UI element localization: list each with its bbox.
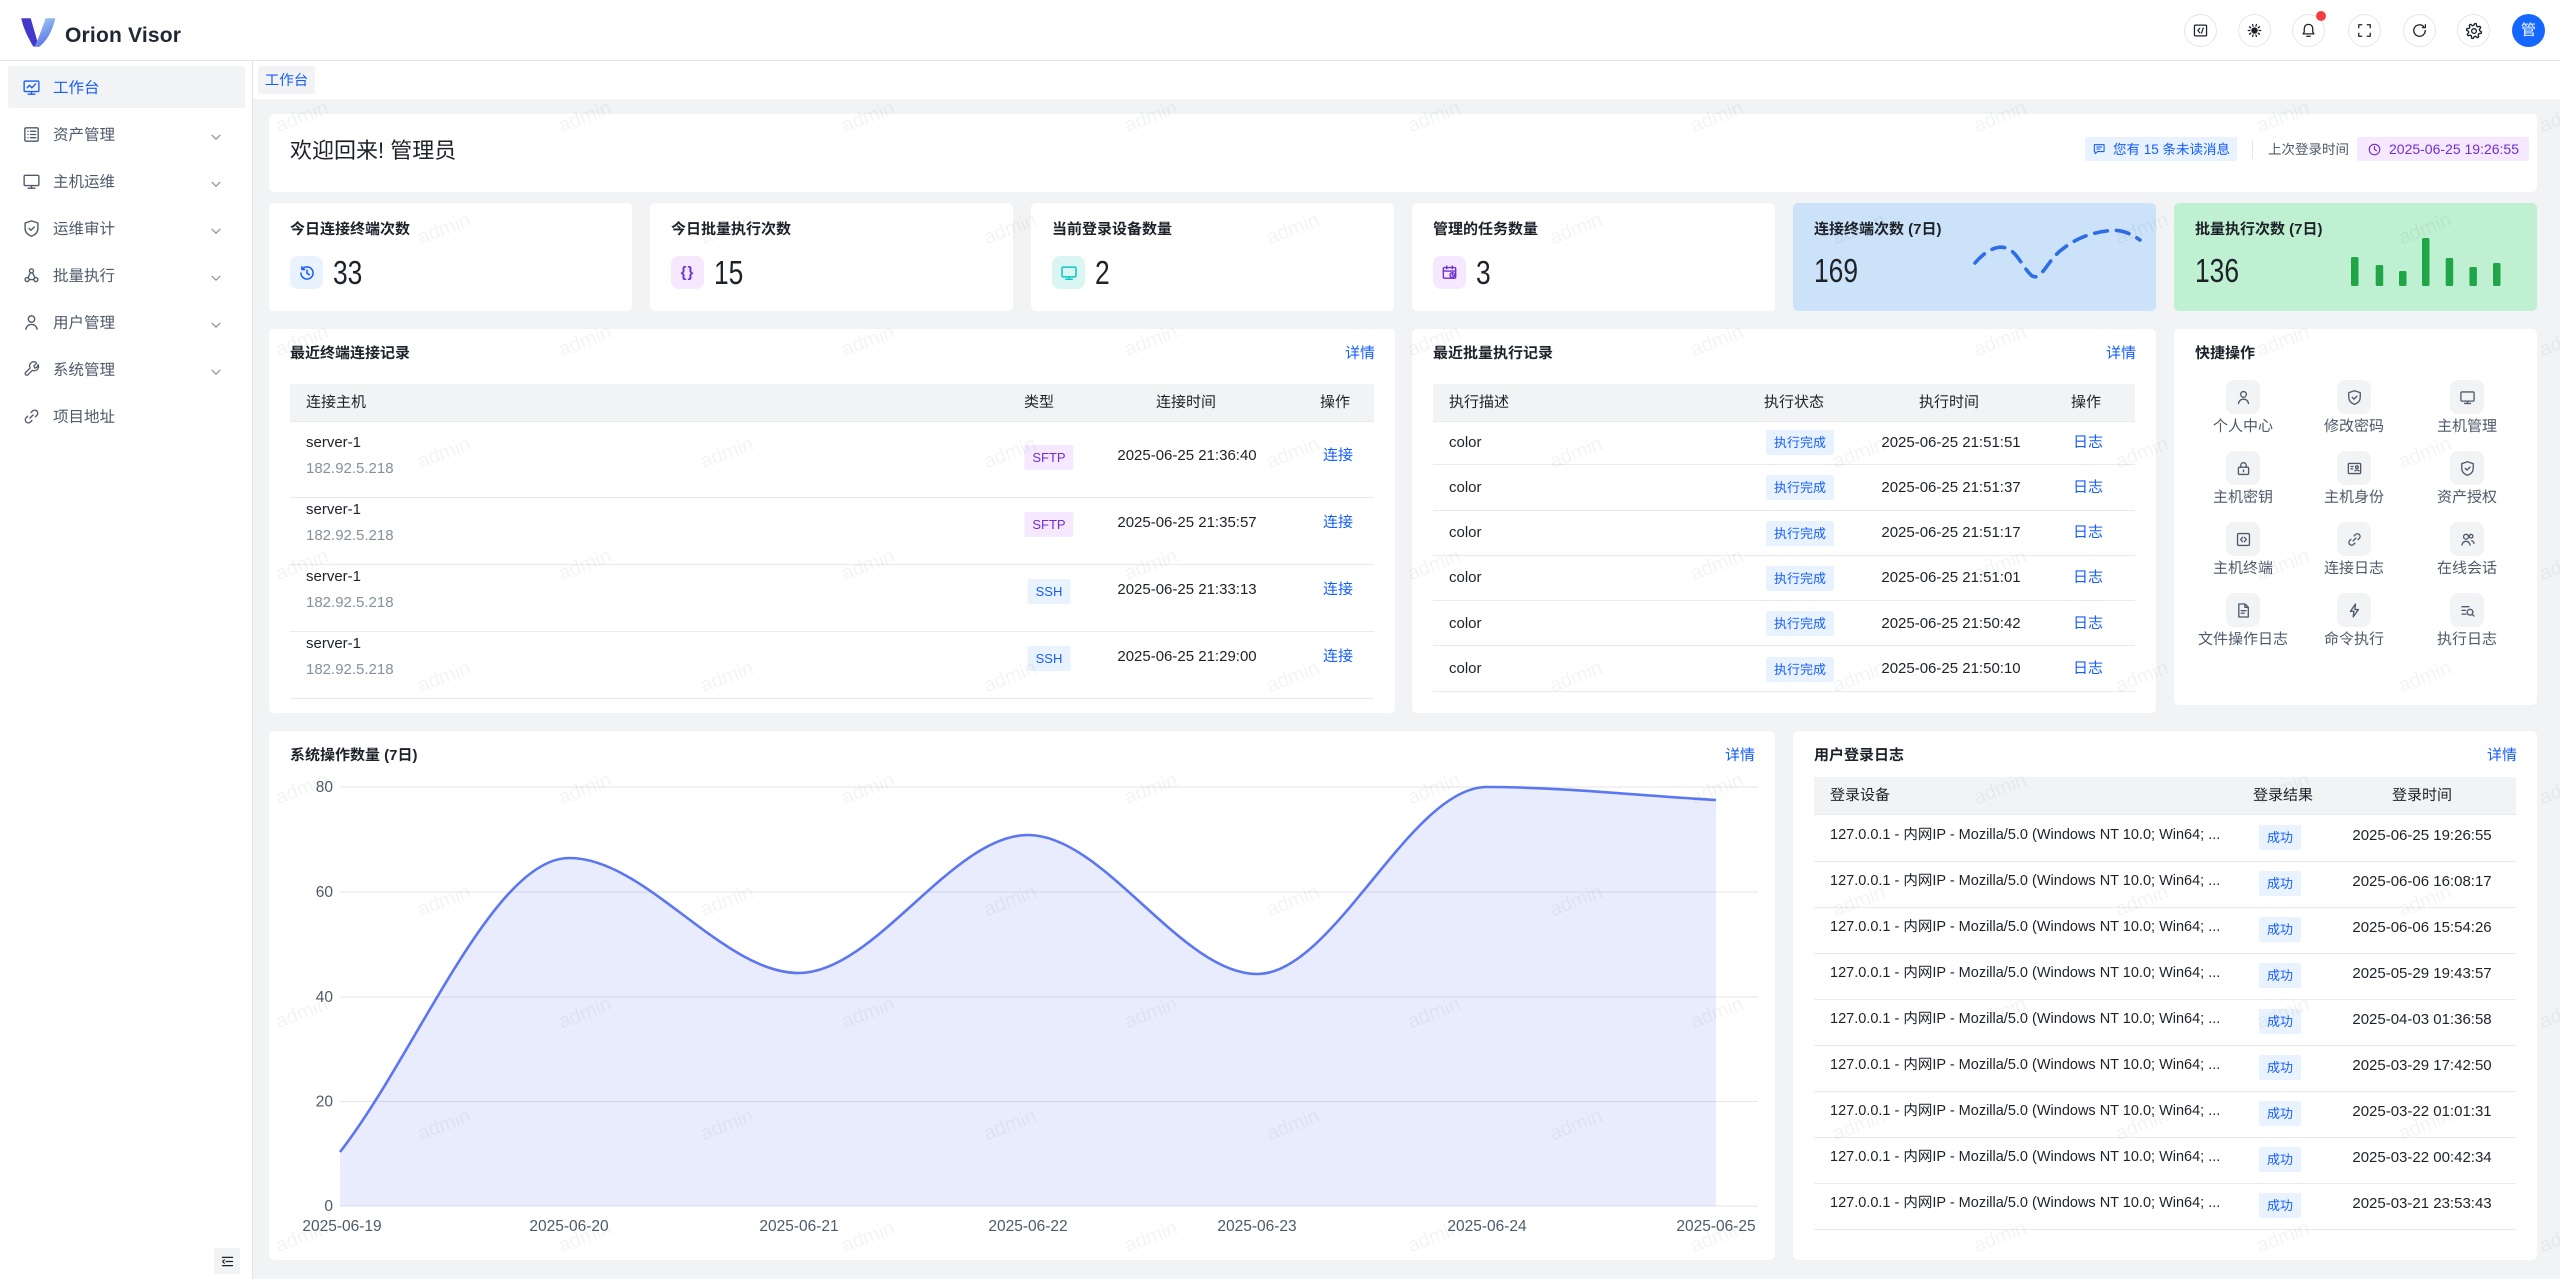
svg-text:0: 0 xyxy=(324,1198,333,1215)
svg-text:2025-06-19: 2025-06-19 xyxy=(302,1218,381,1235)
svg-text:20: 20 xyxy=(316,1094,334,1111)
svg-text:2025-06-24: 2025-06-24 xyxy=(1447,1218,1527,1235)
svg-text:40: 40 xyxy=(316,989,334,1006)
svg-text:2025-06-23: 2025-06-23 xyxy=(1217,1218,1296,1235)
svg-text:80: 80 xyxy=(316,779,334,796)
svg-text:2025-06-20: 2025-06-20 xyxy=(529,1218,609,1235)
svg-text:2025-06-25: 2025-06-25 xyxy=(1676,1218,1755,1235)
svg-text:60: 60 xyxy=(316,884,334,901)
svg-text:2025-06-21: 2025-06-21 xyxy=(759,1218,838,1235)
svg-text:2025-06-22: 2025-06-22 xyxy=(988,1218,1067,1235)
